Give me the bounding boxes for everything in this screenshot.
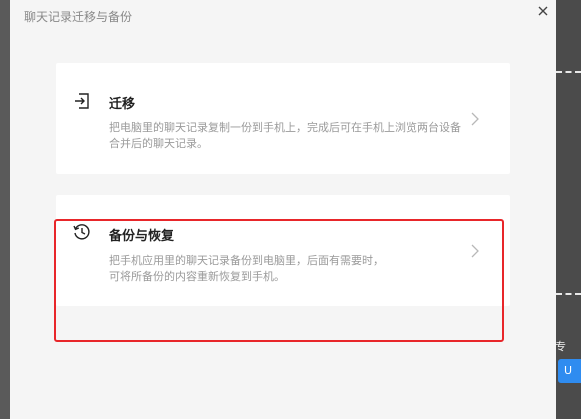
background-left-strip	[0, 0, 10, 419]
migration-backup-dialog: 聊天记录迁移与备份 迁移 把电脑里的聊天记录复制一份到手机上，完成后可在手机上浏…	[10, 0, 556, 419]
backup-restore-description-line: 可将所备份的内容重新恢复到手机。	[109, 270, 285, 283]
close-icon	[538, 6, 548, 16]
migrate-title: 迁移	[109, 97, 136, 112]
backup-restore-title: 备份与恢复	[109, 229, 175, 244]
background-dashed-line	[556, 71, 581, 73]
migrate-card[interactable]: 迁移 把电脑里的聊天记录复制一份到手机上，完成后可在手机上浏览两台设备合并后的聊…	[56, 63, 510, 174]
backup-restore-description: 把手机应用里的聊天记录备份到电脑里，后面有需要时， 可将所备份的内容重新恢复到手…	[109, 253, 469, 285]
chevron-right-icon	[468, 243, 482, 258]
import-arrow-icon	[72, 91, 92, 111]
migrate-description: 把电脑里的聊天记录复制一份到手机上，完成后可在手机上浏览两台设备合并后的聊天记录…	[109, 121, 461, 150]
background-dashed-line	[556, 293, 581, 295]
backup-restore-description-line: 把手机应用里的聊天记录备份到电脑里，后面有需要时，	[109, 254, 384, 267]
backup-restore-card[interactable]: 备份与恢复 把手机应用里的聊天记录备份到电脑里，后面有需要时， 可将所备份的内容…	[56, 195, 510, 306]
background-partial-button[interactable]: U	[558, 359, 581, 383]
chevron-right-icon	[468, 111, 482, 126]
background-partial-text: 专	[555, 340, 566, 353]
dialog-title: 聊天记录迁移与备份	[24, 10, 133, 24]
history-clock-icon	[72, 222, 92, 242]
close-button[interactable]	[534, 2, 552, 20]
